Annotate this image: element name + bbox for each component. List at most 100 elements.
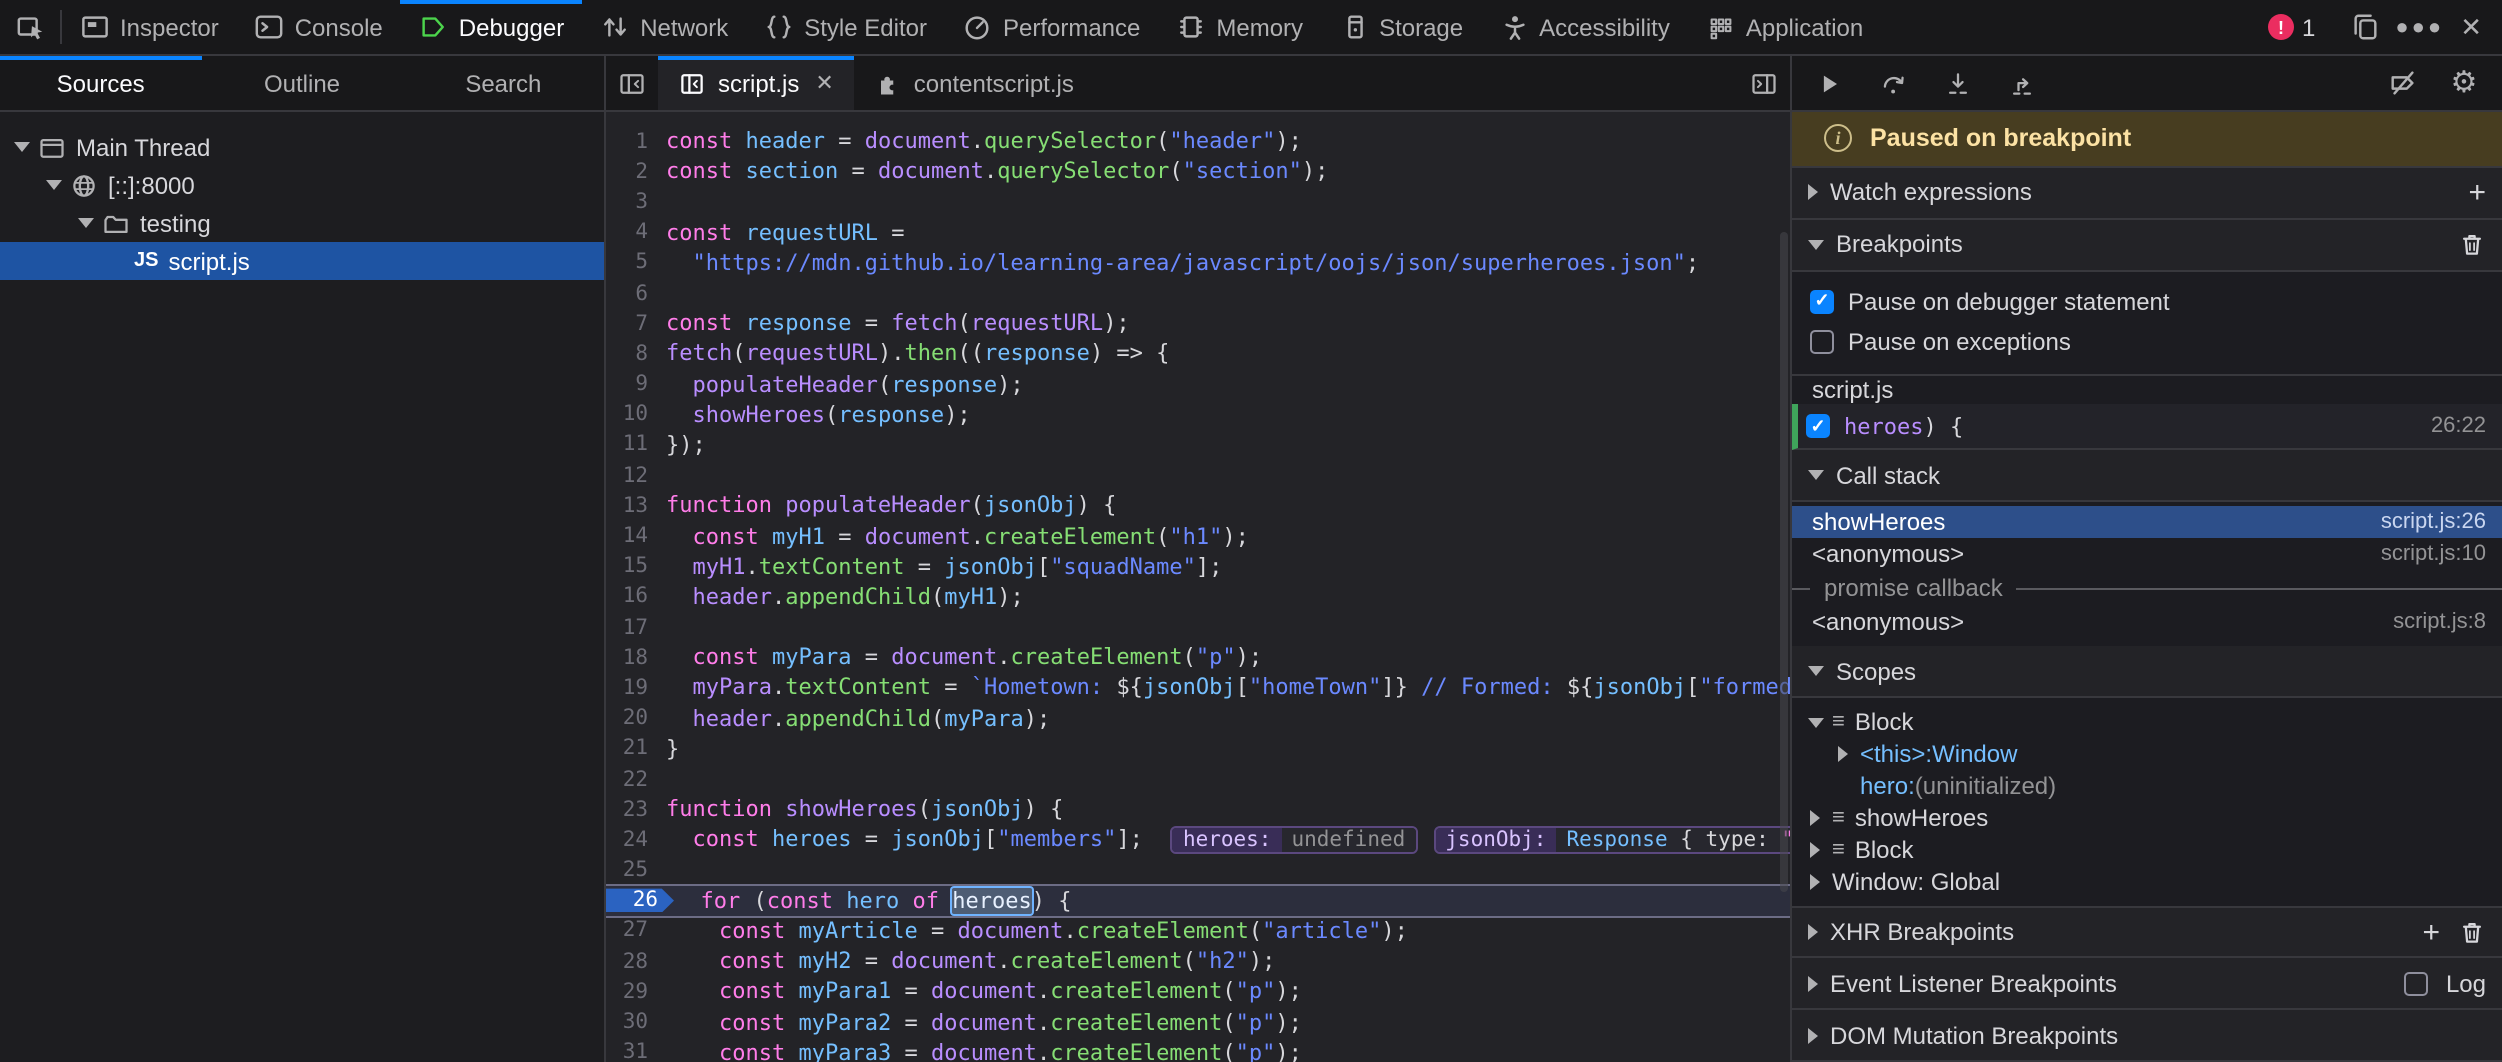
tree-item-testing[interactable]: testing xyxy=(0,204,604,242)
sources-tab-sources[interactable]: Sources xyxy=(0,56,201,110)
tab-storage[interactable]: Storage xyxy=(1321,0,1481,54)
tab-performance[interactable]: Performance xyxy=(945,0,1158,54)
breakpoint-option[interactable]: ✓Pause on debugger statement xyxy=(1792,282,2502,322)
code-line-content: }); xyxy=(666,432,706,458)
line-number[interactable]: 4 xyxy=(606,220,666,244)
tab-style-editor[interactable]: Style Editor xyxy=(746,0,945,54)
log-events-checkbox[interactable] xyxy=(2404,971,2428,995)
breakpoint-item[interactable]: ✓heroes) {26:22 xyxy=(1792,404,2502,450)
line-number[interactable]: 27 xyxy=(606,919,666,943)
tab-inspector[interactable]: Inspector xyxy=(62,0,237,54)
remove-xhr-breakpoints-trash-icon[interactable] xyxy=(2458,918,2486,946)
line-number[interactable]: 25 xyxy=(606,858,666,882)
code-token: [ xyxy=(1236,675,1249,701)
line-number[interactable]: 10 xyxy=(606,403,666,427)
code-line-content: "https://mdn.github.io/learning-area/jav… xyxy=(666,250,1699,276)
collapse-sources-pane-icon[interactable] xyxy=(606,56,658,110)
line-number[interactable]: 23 xyxy=(606,797,666,821)
debugger-settings-gear-icon[interactable]: ⚙ xyxy=(2442,61,2486,105)
scope-row[interactable]: ≡showHeroes xyxy=(1792,802,2502,834)
step-over-button[interactable] xyxy=(1872,61,1916,105)
line-number[interactable]: 20 xyxy=(606,706,666,730)
line-number[interactable]: 8 xyxy=(606,342,666,366)
scopes-header[interactable]: Scopes xyxy=(1792,646,2502,698)
tab-accessibility[interactable]: Accessibility xyxy=(1481,0,1688,54)
tab-network[interactable]: Network xyxy=(582,0,746,54)
inline-preview-badge[interactable]: heroes:undefined xyxy=(1171,826,1417,854)
scope-row[interactable]: <this>: Window xyxy=(1792,738,2502,770)
tab-label: Network xyxy=(640,13,728,41)
sources-tab-search[interactable]: Search xyxy=(403,56,604,110)
scope-row[interactable]: ≡Block xyxy=(1792,706,2502,738)
line-number[interactable]: 17 xyxy=(606,615,666,639)
line-number[interactable]: 5 xyxy=(606,251,666,275)
editor-tab-script.js[interactable]: script.js✕ xyxy=(658,56,854,110)
scope-row[interactable]: hero: (uninitialized) xyxy=(1792,770,2502,802)
scope-row[interactable]: ≡Block xyxy=(1792,834,2502,866)
option-checkbox[interactable] xyxy=(1810,330,1834,354)
breakpoints-header[interactable]: Breakpoints xyxy=(1792,220,2502,272)
line-number[interactable]: 13 xyxy=(606,494,666,518)
line-number[interactable]: 6 xyxy=(606,281,666,305)
meatball-menu-icon[interactable]: ●●● xyxy=(2395,15,2444,39)
scope-row[interactable]: Window: Global xyxy=(1792,866,2502,898)
error-count-badge[interactable]: ! 1 xyxy=(2268,13,2315,41)
line-number[interactable]: 16 xyxy=(606,585,666,609)
collapse-right-pane-icon[interactable] xyxy=(1738,56,1790,110)
breakpoint-checkbox[interactable]: ✓ xyxy=(1806,414,1830,438)
line-number[interactable]: 14 xyxy=(606,524,666,548)
line-number[interactable]: 15 xyxy=(606,554,666,578)
line-number[interactable]: 2 xyxy=(606,160,666,184)
option-checkbox[interactable]: ✓ xyxy=(1810,290,1834,314)
line-number[interactable]: 28 xyxy=(606,949,666,973)
line-number[interactable]: 30 xyxy=(606,1010,666,1034)
tab-debugger[interactable]: Debugger xyxy=(401,0,582,54)
code-token: . xyxy=(746,553,759,579)
node-picker-button[interactable] xyxy=(0,0,60,54)
inline-preview-badge[interactable]: jsonObj:Response { type: "cor xyxy=(1433,826,1790,854)
code-line-content: const myH1 = document.createElement("h1"… xyxy=(666,523,1249,549)
line-number[interactable]: 31 xyxy=(606,1040,666,1062)
line-number[interactable]: 24 xyxy=(606,828,666,852)
close-devtools-icon[interactable]: ✕ xyxy=(2460,11,2482,43)
paused-line-marker[interactable]: 26 xyxy=(606,889,674,913)
call-stack-frame[interactable]: showHeroesscript.js:26 xyxy=(1792,506,2502,538)
line-number[interactable]: 18 xyxy=(606,646,666,670)
tree-item-script.js[interactable]: JSscript.js xyxy=(0,242,604,280)
step-out-button[interactable] xyxy=(2000,61,2044,105)
sources-tab-outline[interactable]: Outline xyxy=(201,56,402,110)
event-listener-breakpoints-header[interactable]: Event Listener Breakpoints Log xyxy=(1792,958,2502,1010)
resume-button[interactable] xyxy=(1808,61,1852,105)
call-stack-header[interactable]: Call stack xyxy=(1792,450,2502,502)
dom-mutation-breakpoints-header[interactable]: DOM Mutation Breakpoints xyxy=(1792,1010,2502,1062)
add-xhr-breakpoint-icon[interactable]: + xyxy=(2422,917,2440,947)
line-number[interactable]: 1 xyxy=(606,129,666,153)
tree-item-MainThread[interactable]: Main Thread xyxy=(0,128,604,166)
call-stack-frame[interactable]: <anonymous>script.js:8 xyxy=(1792,606,2502,638)
step-in-button[interactable] xyxy=(1936,61,1980,105)
editor-scrollbar[interactable] xyxy=(1780,232,1788,892)
remove-breakpoints-trash-icon[interactable] xyxy=(2458,231,2486,259)
watch-expressions-header[interactable]: Watch expressions + xyxy=(1792,168,2502,220)
line-number[interactable]: 19 xyxy=(606,676,666,700)
breakpoint-option[interactable]: Pause on exceptions xyxy=(1792,322,2502,362)
editor-tab-contentscript.js[interactable]: contentscript.js xyxy=(854,56,1094,110)
line-number[interactable]: 11 xyxy=(606,433,666,457)
call-stack-frame[interactable]: <anonymous>script.js:10 xyxy=(1792,538,2502,570)
xhr-breakpoints-header[interactable]: XHR Breakpoints + xyxy=(1792,906,2502,958)
tab-console[interactable]: Console xyxy=(237,0,401,54)
line-number[interactable]: 7 xyxy=(606,311,666,335)
line-number[interactable]: 3 xyxy=(606,190,666,214)
close-tab-icon[interactable]: ✕ xyxy=(815,70,833,96)
tab-application[interactable]: Application xyxy=(1688,0,1881,54)
responsive-design-mode-icon[interactable] xyxy=(2349,12,2379,42)
line-number[interactable]: 22 xyxy=(606,767,666,791)
line-number[interactable]: 21 xyxy=(606,737,666,761)
line-number[interactable]: 9 xyxy=(606,372,666,396)
tree-item-[::]:8000[interactable]: [::]:8000 xyxy=(0,166,604,204)
disable-breakpoints-icon[interactable] xyxy=(2380,61,2424,105)
line-number[interactable]: 29 xyxy=(606,980,666,1004)
add-watch-icon[interactable]: + xyxy=(2468,178,2486,208)
tab-memory[interactable]: Memory xyxy=(1158,0,1321,54)
line-number[interactable]: 12 xyxy=(606,463,666,487)
